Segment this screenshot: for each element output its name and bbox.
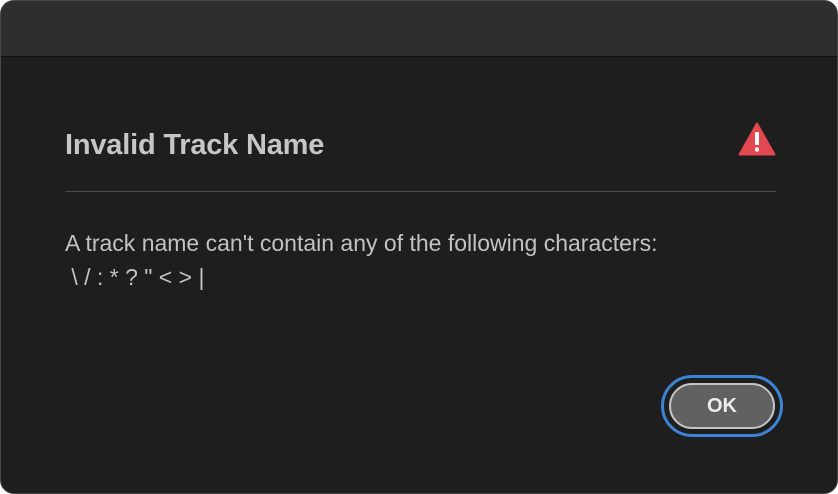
- invalid-characters-line: \ / : * ? " < > |: [65, 264, 205, 290]
- ok-button[interactable]: OK: [669, 383, 775, 429]
- warning-icon: [738, 122, 776, 156]
- dialog-message: A track name can't contain any of the fo…: [65, 226, 785, 294]
- dialog-title: Invalid Track Name: [65, 129, 325, 161]
- message-line: A track name can't contain any of the fo…: [65, 230, 658, 256]
- window-titlebar[interactable]: [1, 1, 837, 57]
- dialog-window: Invalid Track Name A track name can't co…: [0, 0, 838, 494]
- title-divider: [65, 191, 776, 192]
